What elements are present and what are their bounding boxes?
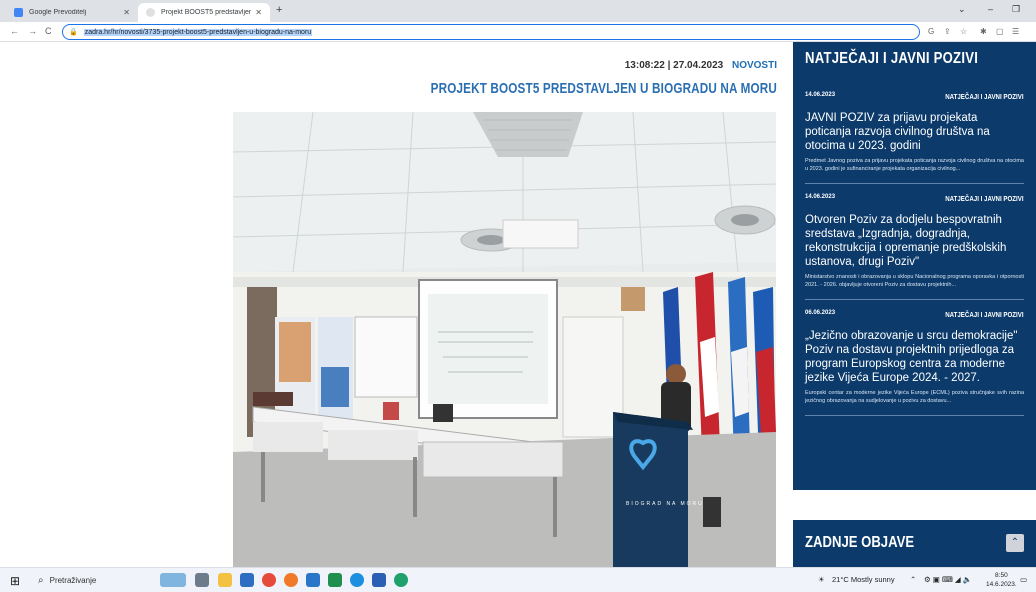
back-icon[interactable]: ←	[10, 26, 19, 36]
article-date: 27.04.2023	[673, 60, 724, 71]
weather-text[interactable]: 21°C Mostly sunny	[832, 575, 895, 584]
bookmark-star-icon[interactable]: ☆	[960, 27, 967, 36]
article-time: 13:08:22	[624, 60, 665, 71]
web-page: 13:08:22 | 27.04.2023 NOVOSTI PROJEKT BO…	[0, 42, 1036, 567]
share-icon[interactable]: ⇪	[944, 27, 951, 36]
windows-taskbar: ⊞ ⌕ Pretraživanje ☀ 21°C Mostly sunny ⌃ …	[0, 567, 1036, 592]
search-icon: ⌕	[38, 575, 44, 586]
firefox-icon[interactable]	[284, 573, 298, 587]
tab-label: Projekt BOOST5 predstavljen u B	[161, 9, 252, 16]
conference-room-photo: BIOGRAD NA MORU	[233, 112, 776, 567]
minimize-icon[interactable]: –	[988, 4, 993, 14]
tab-active-article[interactable]: Projekt BOOST5 predstavljen u B ✕	[138, 3, 270, 22]
close-tab-icon[interactable]: ✕	[123, 8, 130, 17]
clock-time: 8:50	[995, 572, 1008, 579]
taskbar-clock[interactable]: 8:50 14.6.2023.	[986, 571, 1017, 589]
news-category-link[interactable]: NATJEČAJI I JAVNI POZIVI	[946, 194, 1024, 203]
close-tab-icon[interactable]: ✕	[255, 8, 262, 17]
word-icon[interactable]	[372, 573, 386, 587]
reload-icon[interactable]: C	[45, 26, 52, 36]
google-translate-icon	[14, 8, 23, 17]
news-date: 06.06.2023	[805, 310, 836, 316]
chat-app-icon[interactable]	[394, 573, 408, 587]
news-excerpt: Europski centar za moderne jezike Vijeća…	[805, 390, 1024, 404]
article-category-link[interactable]: NOVOSTI	[732, 60, 777, 71]
address-bar-row: ← → C 🔒 zadra.hr/hr/novosti/3735-projekt…	[0, 22, 1036, 42]
sidebar-news-item[interactable]: 14.06.2023 NATJEČAJI I JAVNI POZIVI JAVN…	[805, 82, 1024, 184]
latest-posts-heading: ZADNJE OBJAVE	[805, 534, 915, 551]
site-favicon-icon	[146, 8, 155, 17]
taskbar-search[interactable]: ⌕ Pretraživanje	[38, 571, 148, 590]
taskbar-search-placeholder: Pretraživanje	[49, 576, 97, 585]
task-view-icon[interactable]	[195, 573, 209, 587]
tab-google-translate[interactable]: Google Prevoditelj ✕	[6, 3, 138, 22]
chrome-icon[interactable]	[262, 573, 276, 587]
google-icon[interactable]: G	[928, 27, 934, 36]
sidepanel-icon[interactable]: ▢	[996, 27, 1004, 36]
maximize-icon[interactable]: ❐	[1012, 4, 1020, 15]
forward-icon[interactable]: →	[28, 26, 37, 36]
clock-date: 14.6.2023.	[986, 581, 1017, 588]
notifications-icon[interactable]: ▭	[1020, 575, 1027, 584]
news-excerpt: Ministarstvo znanosti i obrazovanja u sk…	[805, 274, 1024, 288]
tab-search-icon[interactable]: ⌄	[958, 4, 966, 15]
news-excerpt: Predmet Javnog poziva za prijavu projeka…	[805, 158, 1024, 172]
news-title-link[interactable]: JAVNI POZIV za prijavu projekata potican…	[805, 111, 1024, 153]
profile-icon[interactable]: ☰	[1012, 27, 1019, 36]
browser-tab-bar: Google Prevoditelj ✕ Projekt BOOST5 pred…	[0, 0, 1036, 22]
sidebar-tenders: NATJEČAJI I JAVNI POZIVI 14.06.2023 NATJ…	[793, 42, 1036, 490]
weather-sun-icon: ☀	[818, 575, 825, 584]
outlook-icon[interactable]	[306, 573, 320, 587]
tray-icons[interactable]: ⚙ ▣ ⌨ ◢ 🔈	[924, 575, 972, 584]
news-date: 14.06.2023	[805, 194, 836, 200]
tray-overflow-icon[interactable]: ⌃	[910, 575, 916, 584]
article-meta: 13:08:22 | 27.04.2023 NOVOSTI	[625, 60, 777, 71]
scroll-to-top-button[interactable]: ⌃	[1006, 534, 1024, 552]
news-date: 14.06.2023	[805, 92, 836, 98]
sidebar-heading: NATJEČAJI I JAVNI POZIVI	[805, 50, 979, 67]
extensions-icon[interactable]: ✱	[980, 27, 987, 36]
sidebar-news-item[interactable]: 06.06.2023 NATJEČAJI I JAVNI POZIVI „Jez…	[805, 300, 1024, 416]
news-category-link[interactable]: NATJEČAJI I JAVNI POZIVI	[946, 310, 1024, 319]
news-title-link[interactable]: „Jezično obrazovanje u srcu demokracije"…	[805, 329, 1024, 385]
weather-widget-icon[interactable]	[160, 573, 186, 587]
url-field[interactable]: 🔒 zadra.hr/hr/novosti/3735-projekt-boost…	[62, 24, 920, 40]
tab-label: Google Prevoditelj	[29, 9, 87, 16]
lock-icon: 🔒	[69, 29, 78, 36]
article-title: PROJEKT BOOST5 PREDSTAVLJEN U BIOGRADU N…	[430, 80, 777, 97]
podium-text: BIOGRAD NA MORU	[626, 501, 704, 507]
url-text: zadra.hr/hr/novosti/3735-projekt-boost5-…	[83, 28, 313, 36]
sidebar-news-item[interactable]: 14.06.2023 NATJEČAJI I JAVNI POZIVI Otvo…	[805, 184, 1024, 300]
latest-posts-panel: ZADNJE OBJAVE ⌃	[793, 520, 1036, 567]
file-explorer-icon[interactable]	[218, 573, 232, 587]
news-category-link[interactable]: NATJEČAJI I JAVNI POZIVI	[946, 92, 1024, 101]
windows-start-icon[interactable]: ⊞	[10, 574, 20, 588]
store-icon[interactable]	[240, 573, 254, 587]
edge-icon[interactable]	[350, 573, 364, 587]
news-title-link[interactable]: Otvoren Poziv za dodjelu bespovratnih sr…	[805, 213, 1024, 269]
excel-icon[interactable]	[328, 573, 342, 587]
new-tab-button[interactable]: +	[276, 4, 282, 16]
article-photo: BIOGRAD NA MORU	[233, 112, 776, 567]
